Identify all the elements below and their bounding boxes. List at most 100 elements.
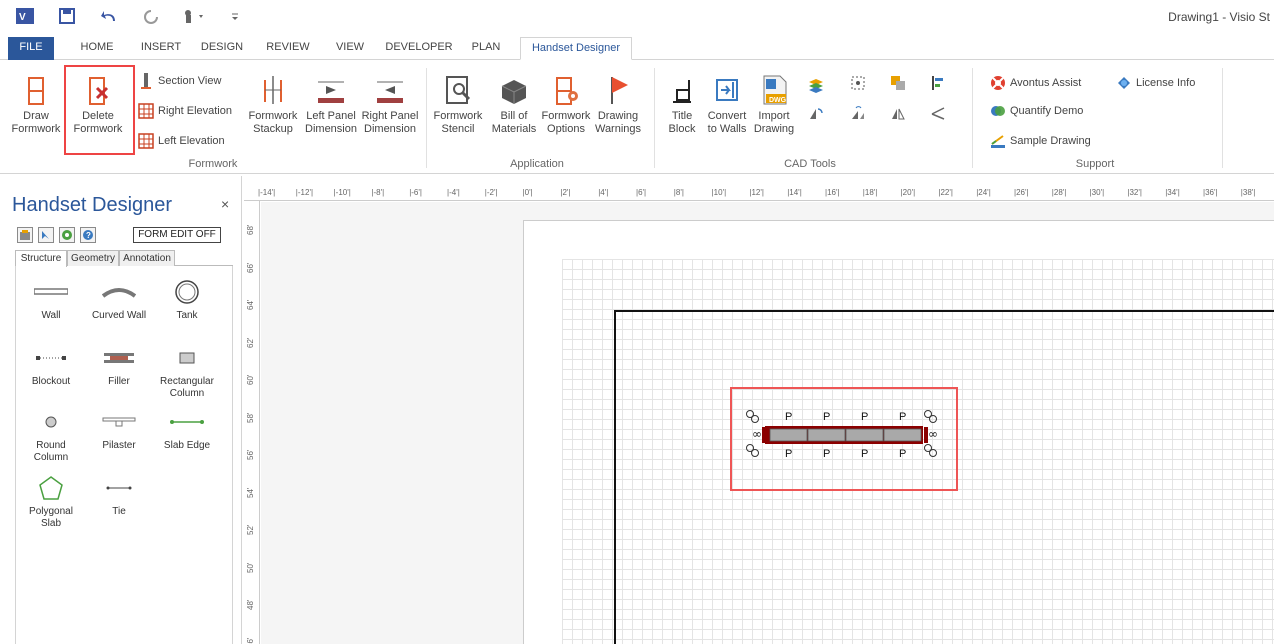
shape-rectangular-column[interactable]: Rectangular Column — [154, 344, 220, 400]
tab-plan[interactable]: PLAN — [466, 37, 506, 60]
redo-icon[interactable] — [140, 6, 162, 26]
ruler-tick: |22'| — [938, 188, 953, 197]
visio-logo-icon: V — [14, 6, 36, 26]
shape-filler[interactable]: Filler — [86, 344, 152, 388]
shape-tank[interactable]: Tank — [154, 278, 220, 322]
ruler-tick: |20'| — [900, 188, 916, 197]
ruler-tick: 58' — [246, 412, 255, 423]
select-region-icon[interactable] — [850, 72, 866, 94]
options-gear-icon — [538, 74, 594, 106]
rotate-icon[interactable] — [808, 102, 824, 124]
ruler-tick: |18'| — [862, 188, 878, 197]
right-panel-dimension-icon — [358, 74, 422, 106]
group-separator — [654, 68, 655, 168]
tab-view[interactable]: VIEW — [328, 37, 372, 60]
shape-blockout[interactable]: Blockout — [18, 344, 84, 388]
svg-text:?: ? — [86, 231, 91, 240]
left-elevation-button[interactable]: Left Elevation — [138, 130, 225, 152]
formwork-stencil-button[interactable]: Formwork Stencil — [428, 74, 488, 136]
shape-round-column[interactable]: Round Column — [18, 408, 84, 464]
tank-icon — [154, 278, 220, 306]
panel-close-icon[interactable]: × — [221, 196, 229, 212]
ruler-tick: |-4'| — [447, 188, 460, 197]
ruler-tick: |8'| — [673, 188, 684, 197]
layers-icon[interactable] — [808, 74, 824, 96]
title-bar: V Drawing1 - Visio St — [0, 0, 1274, 34]
formwork-highlight — [730, 387, 958, 491]
round-column-icon — [18, 408, 84, 436]
ruler-tick: |4'| — [598, 188, 609, 197]
ruler-tick: 56' — [246, 449, 255, 460]
angle-icon[interactable] — [930, 102, 946, 124]
drawing-warnings-button[interactable]: Drawing Warnings — [592, 74, 644, 136]
formwork-stackup-button[interactable]: Formwork Stackup — [244, 74, 302, 136]
polygonal-slab-icon — [18, 474, 84, 502]
title-block-button[interactable]: Title Block — [660, 74, 704, 136]
tab-file[interactable]: FILE — [8, 37, 54, 60]
customize-qat-icon[interactable] — [228, 6, 242, 26]
tab-developer[interactable]: DEVELOPER — [384, 37, 454, 60]
ruler-tick: 54' — [246, 487, 255, 498]
settings-tool-icon[interactable] — [17, 227, 33, 243]
import-drawing-button[interactable]: DWG Import Drawing — [752, 74, 796, 136]
right-elevation-button[interactable]: Right Elevation — [138, 100, 232, 122]
tab-handset-designer[interactable]: Handset Designer — [520, 37, 632, 60]
shape-curved-wall[interactable]: Curved Wall — [86, 278, 152, 322]
save-icon[interactable] — [56, 6, 78, 26]
shape-wall[interactable]: Wall — [18, 278, 84, 322]
ruler-tick: |0'| — [522, 188, 533, 197]
quantify-demo-button[interactable]: Quantify Demo — [990, 100, 1083, 122]
rectangular-column-icon — [154, 344, 220, 372]
stackup-icon — [244, 74, 302, 106]
stencil-icon — [428, 74, 488, 106]
ruler-tick: 62' — [246, 337, 255, 348]
license-info-button[interactable]: License Info — [1116, 72, 1195, 94]
refresh-tool-icon[interactable] — [59, 227, 75, 243]
shape-pilaster[interactable]: Pilaster — [86, 408, 152, 452]
flip-icon[interactable] — [850, 102, 866, 124]
pointer-tool-icon[interactable] — [38, 227, 54, 243]
right-panel-dimension-button[interactable]: Right Panel Dimension — [358, 74, 422, 136]
ruler-tick: |16'| — [825, 188, 840, 197]
align-icon[interactable] — [930, 72, 946, 94]
ruler-tick: |30'| — [1089, 188, 1105, 197]
draw-formwork-icon — [2, 74, 70, 106]
tab-geometry[interactable]: Geometry — [67, 250, 119, 266]
touch-mode-icon[interactable] — [180, 6, 210, 26]
ruler-tick: 52' — [246, 524, 255, 535]
svg-text:DWG: DWG — [769, 97, 787, 104]
tab-design[interactable]: DESIGN — [196, 37, 248, 60]
tab-structure[interactable]: Structure — [15, 250, 67, 267]
shape-polygonal-slab[interactable]: Polygonal Slab — [18, 474, 84, 530]
bill-of-materials-button[interactable]: Bill of Materials — [488, 74, 540, 136]
group-separator — [426, 68, 427, 168]
group-separator — [972, 68, 973, 168]
avontus-assist-button[interactable]: Avontus Assist — [990, 72, 1081, 94]
tab-insert[interactable]: INSERT — [136, 37, 186, 60]
ruler-tick: |10'| — [711, 188, 727, 197]
quantify-icon — [990, 103, 1006, 119]
tab-home[interactable]: HOME — [72, 37, 122, 60]
help-tool-icon[interactable]: ? — [80, 227, 96, 243]
shape-slab-edge[interactable]: Slab Edge — [154, 408, 220, 452]
shape-tie[interactable]: Tie — [86, 474, 152, 518]
bring-forward-icon[interactable] — [890, 72, 906, 94]
ruler-tick: |28'| — [1051, 188, 1067, 197]
shape-gallery: Wall Curved Wall Tank Blockout Filler Re… — [15, 266, 233, 644]
formwork-options-button[interactable]: Formwork Options — [538, 74, 594, 136]
ruler-tick: |36'| — [1203, 188, 1218, 197]
form-edit-toggle[interactable]: FORM EDIT OFF — [133, 227, 221, 243]
section-view-button[interactable]: Section View — [138, 70, 221, 92]
left-panel-dimension-button[interactable]: Left Panel Dimension — [300, 74, 362, 136]
convert-to-walls-button[interactable]: Convert to Walls — [700, 74, 754, 136]
ribbon: Draw Formwork Delete Formwork Section Vi… — [0, 60, 1274, 174]
undo-icon[interactable] — [98, 6, 120, 26]
pilaster-icon — [86, 408, 152, 436]
tab-annotation[interactable]: Annotation — [119, 250, 175, 266]
mirror-icon[interactable] — [890, 102, 906, 124]
filler-icon — [86, 344, 152, 372]
sample-drawing-button[interactable]: Sample Drawing — [990, 130, 1091, 152]
ruler-tick: 50' — [246, 562, 255, 573]
draw-formwork-button[interactable]: Draw Formwork — [2, 74, 70, 136]
tab-review[interactable]: REVIEW — [262, 37, 314, 60]
